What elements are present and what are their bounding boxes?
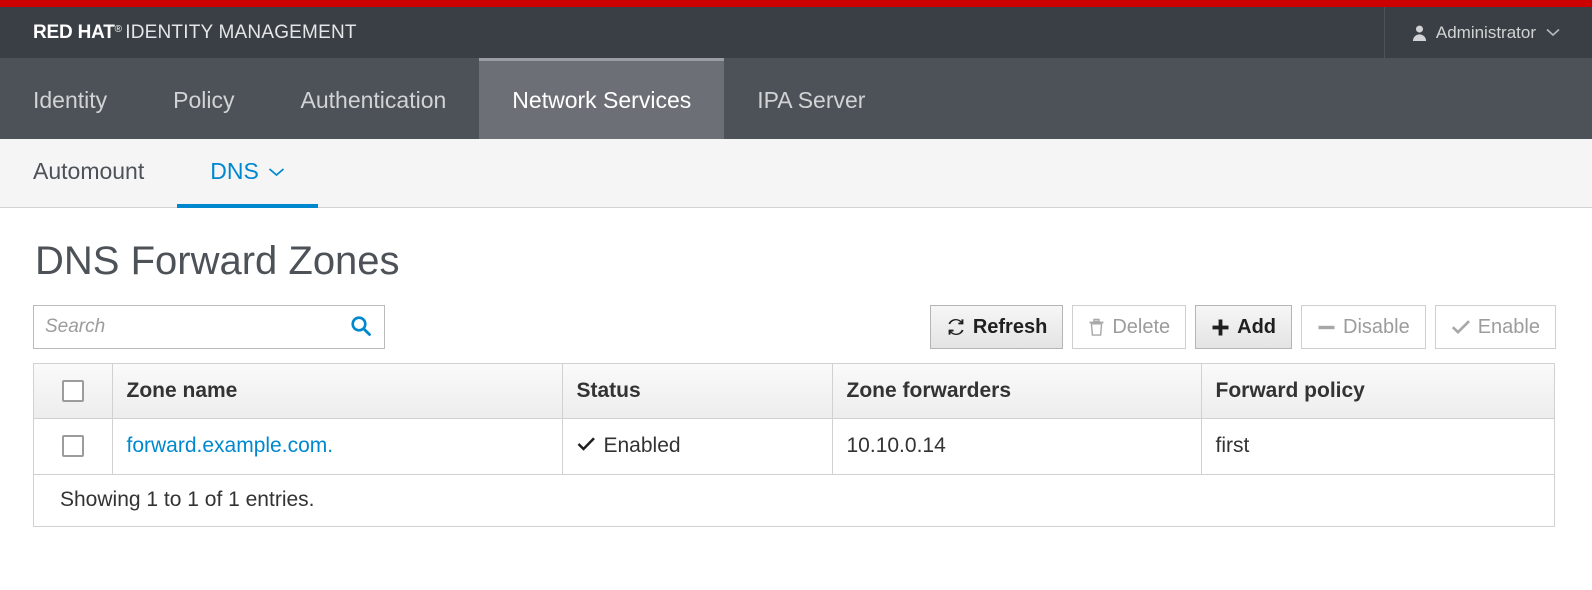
main-content: DNS Forward Zones <box>0 239 1592 527</box>
subnav-item-dns[interactable]: DNS <box>177 139 318 208</box>
top-accent-bar <box>0 0 1592 7</box>
minus-icon <box>1317 318 1336 337</box>
brand-product-text: IDENTITY MANAGEMENT <box>125 22 356 44</box>
secondary-navigation: Automount DNS <box>0 139 1592 208</box>
search-container <box>33 305 385 349</box>
nav-item-policy[interactable]: Policy <box>140 58 267 139</box>
delete-button[interactable]: Delete <box>1072 305 1186 349</box>
add-button[interactable]: Add <box>1195 305 1292 349</box>
button-label: Enable <box>1478 316 1540 339</box>
enable-button[interactable]: Enable <box>1435 305 1556 349</box>
nav-item-label: IPA Server <box>757 87 865 114</box>
search-input[interactable] <box>33 305 385 349</box>
check-icon <box>1451 318 1471 336</box>
masthead: RED HAT®IDENTITY MANAGEMENT Administrato… <box>0 7 1592 58</box>
nav-item-ipa-server[interactable]: IPA Server <box>724 58 898 139</box>
chevron-down-icon <box>268 164 285 180</box>
trash-icon <box>1088 318 1105 337</box>
disable-button[interactable]: Disable <box>1301 305 1426 349</box>
button-label: Refresh <box>973 316 1047 339</box>
brand-trademark: ® <box>115 24 123 35</box>
nav-item-label: Authentication <box>301 87 447 114</box>
cell-zone-forwarders: 10.10.0.14 <box>832 418 1201 474</box>
column-header-zone-forwarders[interactable]: Zone forwarders <box>832 364 1201 418</box>
user-icon <box>1411 24 1428 42</box>
select-all-header <box>34 364 112 418</box>
zone-name-link[interactable]: forward.example.com. <box>127 434 334 457</box>
chevron-down-icon <box>1546 26 1560 40</box>
brand-redhat-text: RED HAT <box>33 22 115 44</box>
nav-item-label: Policy <box>173 87 234 114</box>
nav-item-authentication[interactable]: Authentication <box>268 58 480 139</box>
nav-item-label: Network Services <box>512 87 691 114</box>
row-select-cell <box>34 418 112 474</box>
button-label: Add <box>1237 316 1276 339</box>
search-icon <box>349 314 373 341</box>
row-checkbox[interactable] <box>62 435 84 457</box>
brand-logo[interactable]: RED HAT®IDENTITY MANAGEMENT <box>0 22 357 44</box>
table-footer-row: Showing 1 to 1 of 1 entries. <box>34 474 1554 526</box>
action-button-group: Refresh Delete <box>921 305 1556 349</box>
forward-zones-table: Zone name Status Zone forwarders Forward… <box>33 363 1555 527</box>
button-label: Disable <box>1343 316 1410 339</box>
search-button[interactable] <box>343 305 379 349</box>
subnav-item-label: Automount <box>33 158 144 185</box>
select-all-checkbox[interactable] <box>62 380 84 402</box>
column-header-forward-policy[interactable]: Forward policy <box>1201 364 1554 418</box>
entries-summary: Showing 1 to 1 of 1 entries. <box>34 474 1554 526</box>
status-check-icon <box>577 436 596 456</box>
column-header-status[interactable]: Status <box>562 364 832 418</box>
subnav-item-label: DNS <box>210 158 259 185</box>
status-label: Enabled <box>604 434 681 458</box>
user-menu[interactable]: Administrator <box>1384 7 1592 58</box>
subnav-item-automount[interactable]: Automount <box>0 139 177 208</box>
table-header-row: Zone name Status Zone forwarders Forward… <box>34 364 1554 418</box>
cell-status: Enabled <box>562 418 832 474</box>
nav-item-network-services[interactable]: Network Services <box>479 58 724 139</box>
refresh-button[interactable]: Refresh <box>930 305 1063 349</box>
cell-forward-policy: first <box>1201 418 1554 474</box>
plus-icon <box>1211 318 1230 337</box>
nav-item-label: Identity <box>33 87 107 114</box>
table-toolbar: Refresh Delete <box>33 305 1559 349</box>
cell-zone-name: forward.example.com. <box>112 418 562 474</box>
button-label: Delete <box>1112 316 1170 339</box>
table-row: forward.example.com. Enabled 10.10 <box>34 418 1554 474</box>
nav-item-identity[interactable]: Identity <box>0 58 140 139</box>
page-title: DNS Forward Zones <box>35 239 1559 283</box>
refresh-icon <box>946 317 966 337</box>
column-header-zone-name[interactable]: Zone name <box>112 364 562 418</box>
user-menu-label: Administrator <box>1436 23 1536 43</box>
primary-navigation: Identity Policy Authentication Network S… <box>0 58 1592 139</box>
